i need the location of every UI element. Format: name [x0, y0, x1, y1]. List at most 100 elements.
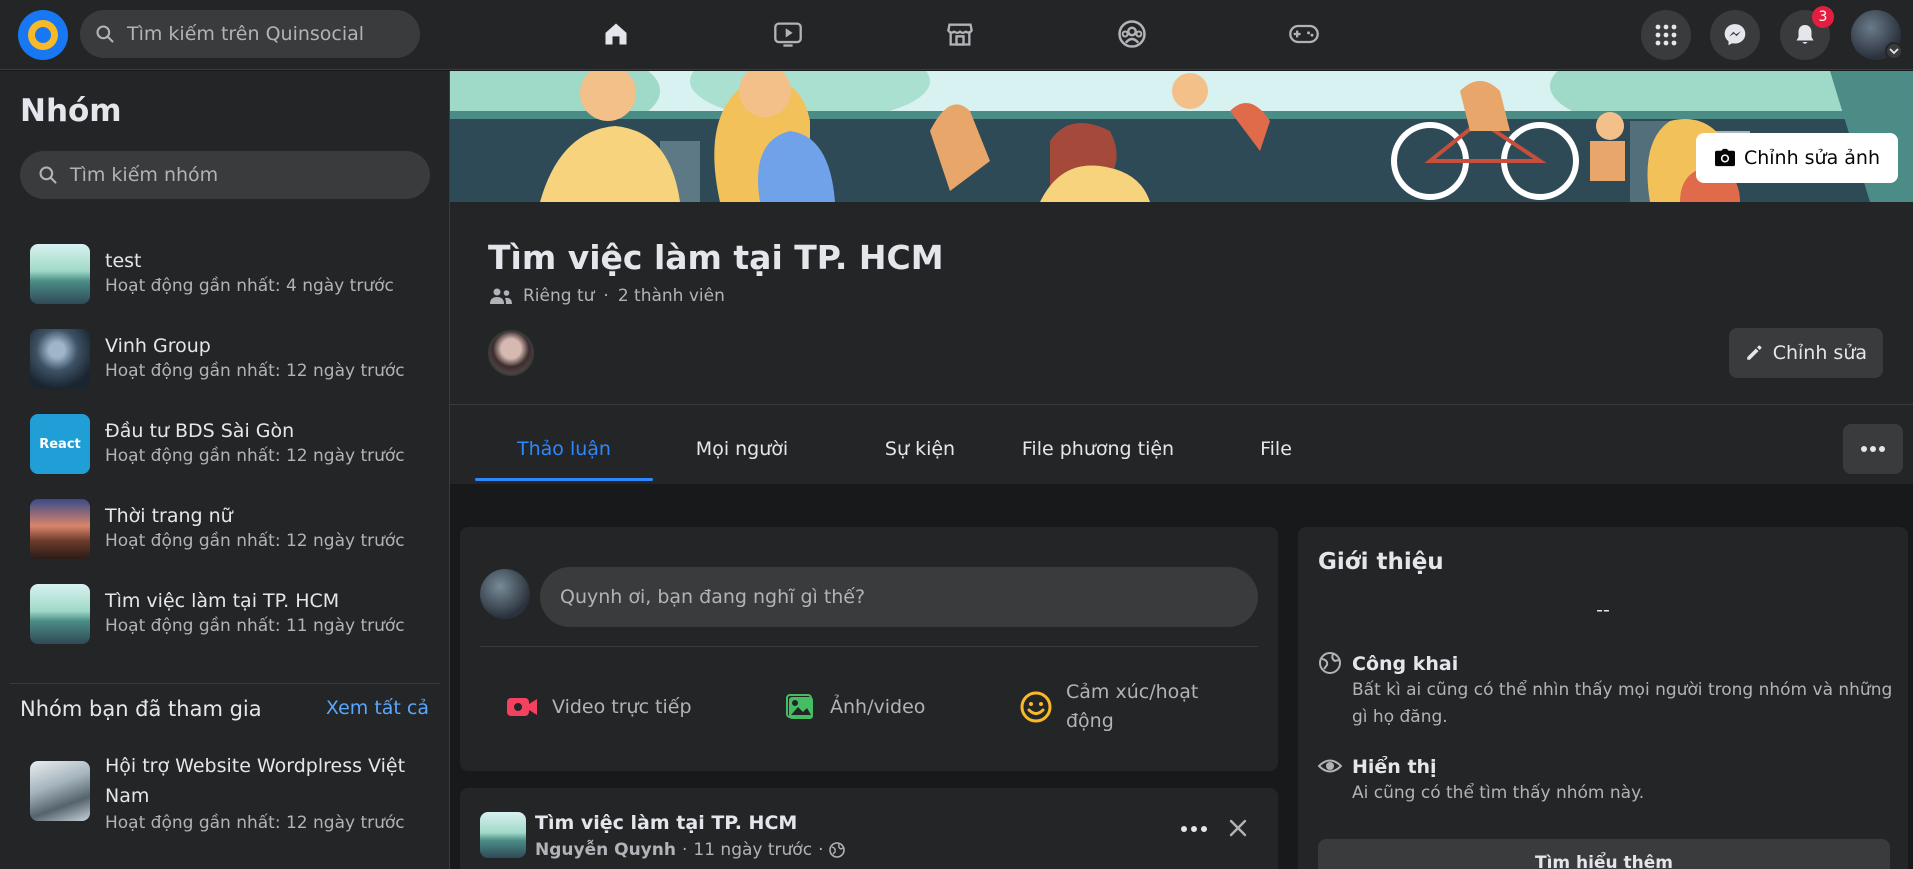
- post-author[interactable]: Nguyễn Quynh: [535, 840, 676, 860]
- sidebar-joined-group[interactable]: Hội trợ Website Wordplress Việt Nam Hoạt…: [20, 751, 440, 851]
- group-thumbnail: [30, 584, 90, 644]
- tab-media[interactable]: File phương tiện: [1009, 424, 1187, 474]
- account-chevron-down-icon[interactable]: [1885, 42, 1903, 60]
- post-close-button[interactable]: [1228, 818, 1248, 842]
- about-description: --: [1596, 599, 1610, 621]
- post-time[interactable]: 11 ngày trước: [693, 840, 812, 860]
- sidebar-group-tim-viec-lam[interactable]: Tìm việc làm tại TP. HCM Hoạt động gần n…: [20, 576, 440, 652]
- tab-discussion[interactable]: Thảo luận: [475, 424, 653, 474]
- edit-cover-label: Chỉnh sửa ảnh: [1743, 147, 1880, 169]
- search-icon: [96, 25, 114, 43]
- home-icon: [605, 23, 627, 45]
- group-activity: Hoạt động gần nhất: 4 ngày trước: [105, 276, 394, 296]
- tab-files[interactable]: File: [1187, 424, 1365, 474]
- groups-sidebar: Nhóm Tìm kiếm nhóm test Hoạt động gần nh…: [0, 71, 450, 869]
- feeling-activity-label: Cảm xúc/hoạt động: [1066, 681, 1199, 732]
- group-thumbnail: [30, 244, 90, 304]
- learn-more-button[interactable]: Tìm hiểu thêm: [1318, 839, 1890, 869]
- group-activity: Hoạt động gần nhất: 11 ngày trước: [105, 616, 405, 636]
- smiley-icon: [1020, 691, 1052, 723]
- notifications-button[interactable]: 3: [1780, 6, 1834, 60]
- feeling-activity-button[interactable]: Cảm xúc/hoạt động: [1020, 677, 1240, 737]
- sidebar-group-vinh-group[interactable]: Vinh Group Hoạt động gần nhất: 12 ngày t…: [20, 321, 440, 397]
- sidebar-group-test[interactable]: test Hoạt động gần nhất: 4 ngày trước: [20, 236, 440, 312]
- see-all-link[interactable]: Xem tất cả: [326, 697, 429, 719]
- group-name: Tìm việc làm tại TP. HCM: [105, 590, 340, 612]
- photo-video-button[interactable]: Ảnh/video: [786, 677, 925, 737]
- public-text: Bất kì ai cũng có thể nhìn thấy mọi ngườ…: [1352, 680, 1893, 727]
- nav-watch[interactable]: [768, 14, 808, 54]
- about-title: Giới thiệu: [1318, 549, 1444, 575]
- nav-gaming[interactable]: [1284, 14, 1324, 54]
- member-avatar[interactable]: [488, 330, 534, 376]
- post-composer: Quynh ơi, bạn đang nghĩ gì thế? Video tr…: [460, 527, 1278, 771]
- people-icon: [490, 288, 512, 304]
- post-meta: Nguyễn Quynh · 11 ngày trước ·: [535, 840, 846, 860]
- group-search-placeholder: Tìm kiếm nhóm: [70, 164, 219, 186]
- group-post: Tìm việc làm tại TP. HCM Nguyễn Quynh · …: [460, 788, 1278, 869]
- group-cover-photo: Chỉnh sửa ảnh: [450, 71, 1913, 202]
- nav-home[interactable]: [596, 14, 636, 54]
- meta-separator: ·: [818, 840, 824, 860]
- group-privacy[interactable]: Riêng tư: [523, 286, 594, 306]
- live-video-button[interactable]: Video trực tiếp: [506, 677, 692, 737]
- react-logo-text: React: [39, 436, 81, 452]
- group-thumbnail: React: [30, 414, 90, 474]
- live-video-label: Video trực tiếp: [552, 696, 692, 718]
- group-member-count[interactable]: 2 thành viên: [618, 286, 725, 306]
- visible-text: Ai cũng có thể tìm thấy nhóm này.: [1352, 783, 1645, 803]
- composer-input[interactable]: Quynh ơi, bạn đang nghĩ gì thế?: [540, 567, 1258, 627]
- edit-group-label: Chỉnh sửa: [1772, 342, 1867, 364]
- edit-cover-photo-button[interactable]: Chỉnh sửa ảnh: [1695, 133, 1898, 183]
- active-tab-indicator: [475, 478, 653, 481]
- group-name: Thời trang nữ: [105, 505, 233, 527]
- group-title: Tìm việc làm tại TP. HCM: [488, 238, 944, 277]
- top-navigation-bar: Tìm kiếm trên Quinsocial 3: [0, 0, 1913, 70]
- menu-button[interactable]: [1641, 10, 1691, 60]
- global-search-input[interactable]: Tìm kiếm trên Quinsocial: [80, 10, 420, 58]
- gaming-icon: [1289, 24, 1319, 44]
- group-main-content: Chỉnh sửa ảnh Tìm việc làm tại TP. HCM R…: [450, 71, 1913, 869]
- eye-icon: [1318, 759, 1342, 773]
- photo-icon: [786, 694, 813, 719]
- search-icon: [39, 166, 57, 184]
- sidebar-group-thoi-trang-nu[interactable]: Thời trang nữ Hoạt động gần nhất: 12 ngà…: [20, 491, 440, 567]
- composer-divider: [480, 646, 1258, 647]
- group-name: Đầu tư BDS Sài Gòn: [105, 420, 295, 442]
- about-card: Giới thiệu -- Công khai Bất kì ai cũng c…: [1298, 527, 1908, 869]
- global-search-placeholder: Tìm kiếm trên Quinsocial: [127, 23, 365, 45]
- group-header: Tìm việc làm tại TP. HCM Riêng tư · 2 th…: [450, 202, 1913, 484]
- group-activity: Hoạt động gần nhất: 12 ngày trước: [105, 361, 405, 381]
- nav-groups[interactable]: [1112, 14, 1152, 54]
- apps-grid-icon: [1655, 24, 1677, 46]
- public-title: Công khai: [1352, 653, 1459, 675]
- tab-events[interactable]: Sự kiện: [831, 424, 1009, 474]
- group-thumbnail: [30, 329, 90, 389]
- group-name: Hội trợ Website Wordplress Việt Nam: [105, 755, 406, 807]
- more-horizontal-icon: [1181, 826, 1207, 832]
- messenger-button[interactable]: [1710, 10, 1760, 60]
- camera-icon: [1714, 148, 1735, 167]
- joined-groups-title: Nhóm bạn đã tham gia: [20, 697, 262, 721]
- cover-illustration: [450, 71, 1913, 202]
- composer-avatar[interactable]: [480, 569, 530, 619]
- sidebar-title: Nhóm: [20, 93, 122, 129]
- group-search-input[interactable]: Tìm kiếm nhóm: [20, 151, 430, 199]
- group-more-button[interactable]: [1843, 424, 1903, 474]
- group-thumbnail: [30, 499, 90, 559]
- tab-people[interactable]: Mọi người: [653, 424, 831, 474]
- edit-group-button[interactable]: Chỉnh sửa: [1728, 328, 1883, 378]
- globe-icon: [829, 842, 846, 858]
- group-thumbnail: [30, 761, 90, 821]
- close-icon: [1229, 819, 1247, 837]
- quinsocial-logo[interactable]: [18, 10, 68, 60]
- post-options-button[interactable]: [1180, 818, 1208, 837]
- post-group-name[interactable]: Tìm việc làm tại TP. HCM: [535, 812, 797, 834]
- sidebar-group-dau-tu-bds[interactable]: React Đầu tư BDS Sài Gòn Hoạt động gần n…: [20, 406, 440, 482]
- post-group-thumbnail[interactable]: [480, 812, 526, 858]
- sidebar-divider: [10, 683, 440, 684]
- subtitle-separator: ·: [603, 286, 609, 306]
- tabs-divider: [450, 404, 1913, 405]
- group-activity: Hoạt động gần nhất: 12 ngày trước: [105, 813, 405, 833]
- nav-marketplace[interactable]: [940, 14, 980, 54]
